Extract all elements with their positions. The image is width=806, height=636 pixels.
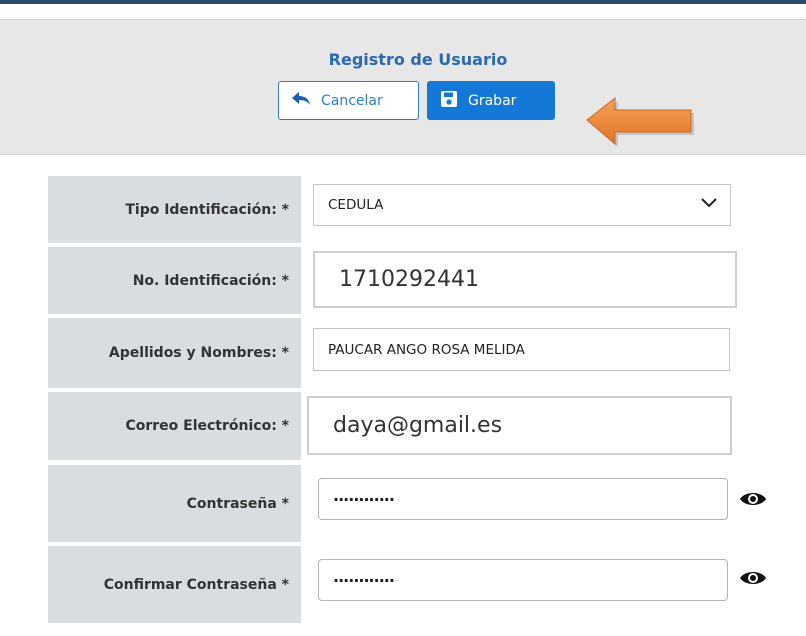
eye-icon[interactable]	[738, 489, 768, 509]
label-no-identificacion: No. Identificación: *	[48, 247, 301, 314]
no-identificacion-input[interactable]: 1710292441	[313, 251, 737, 308]
correo-electronico-input[interactable]: daya@gmail.es	[307, 396, 732, 455]
chevron-down-icon	[700, 197, 718, 213]
floppy-disk-icon	[440, 90, 458, 112]
page-header: Registro de Usuario Cancelar Grabar	[0, 19, 806, 155]
apellidos-nombres-input[interactable]: PAUCAR ANGO ROSA MELIDA	[313, 328, 730, 371]
eye-icon[interactable]	[738, 568, 768, 588]
label-tipo-identificacion: Tipo Identificación: *	[48, 176, 301, 243]
left-arrow-pointer-icon	[586, 96, 694, 147]
tipo-identificacion-select[interactable]: CEDULA	[313, 184, 731, 226]
cancel-button[interactable]: Cancelar	[278, 81, 419, 120]
save-button[interactable]: Grabar	[427, 81, 555, 120]
label-apellidos-nombres: Apellidos y Nombres: *	[48, 318, 301, 388]
cancel-button-label: Cancelar	[321, 92, 383, 109]
page-title: Registro de Usuario	[328, 50, 508, 69]
label-correo-electronico: Correo Electrónico: *	[48, 392, 301, 460]
save-button-label: Grabar	[468, 92, 517, 109]
label-contrasena: Contraseña *	[48, 465, 301, 542]
label-confirmar-contrasena: Confirmar Contraseña *	[48, 546, 301, 623]
tipo-identificacion-value: CEDULA	[328, 197, 384, 213]
confirmar-contrasena-input[interactable]: ············	[318, 559, 728, 601]
top-border-line	[0, 0, 806, 4]
reply-arrow-icon	[291, 91, 311, 111]
contrasena-input[interactable]: ············	[318, 478, 728, 520]
